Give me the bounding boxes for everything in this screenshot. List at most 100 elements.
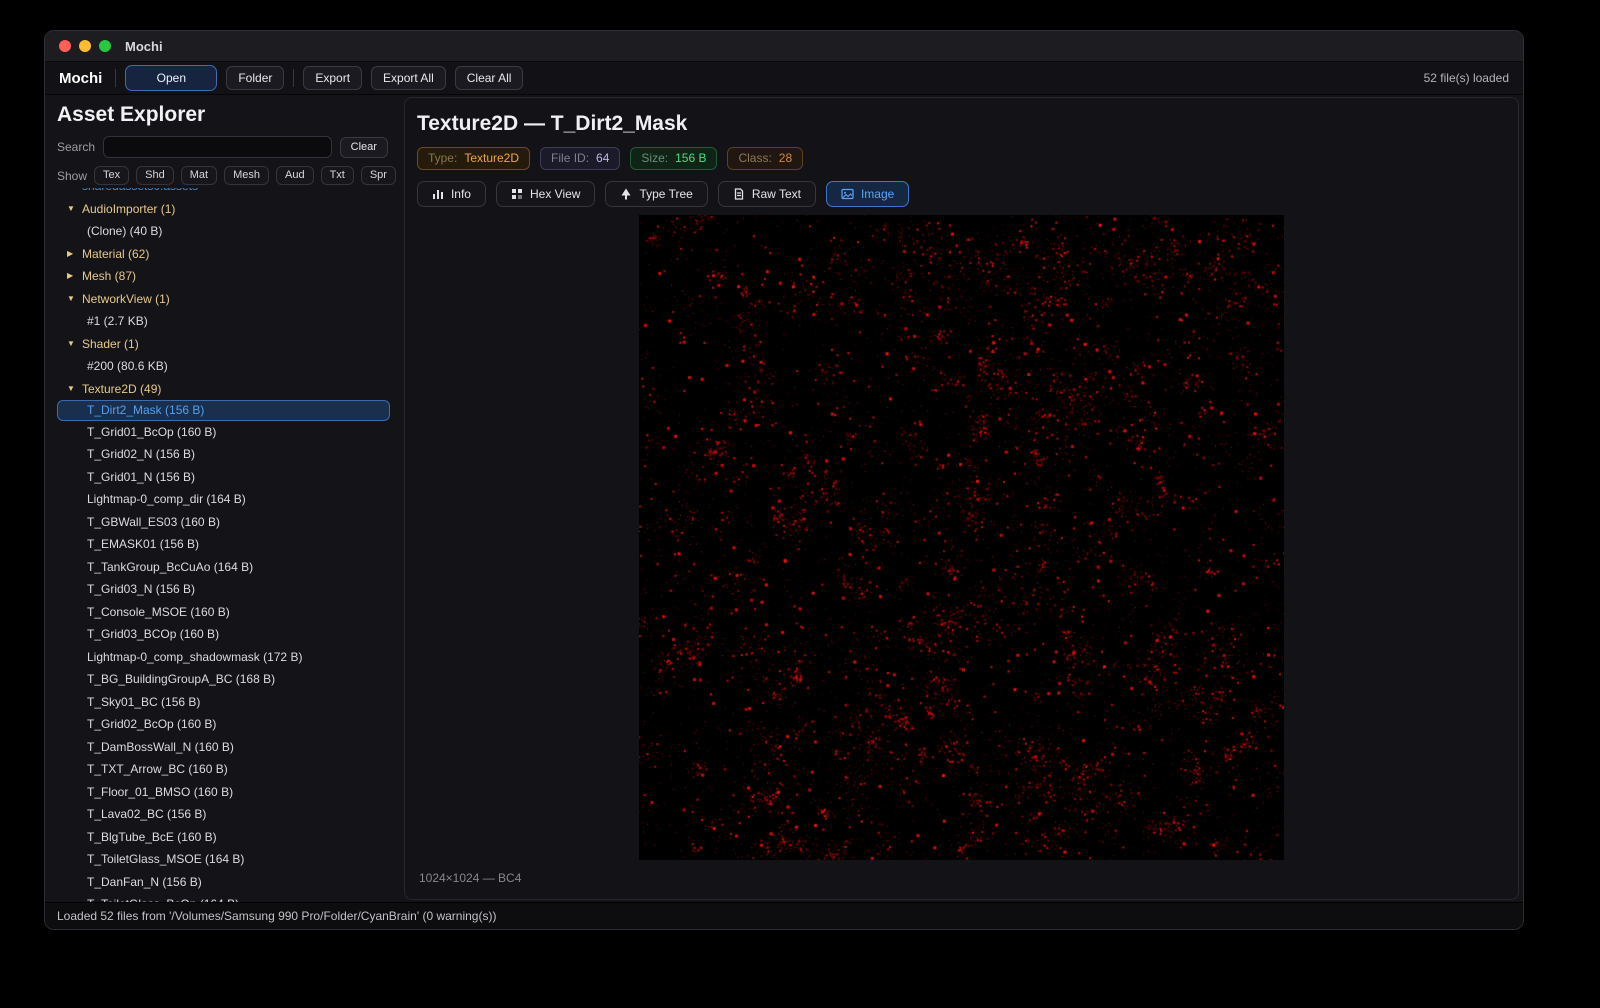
tree-row-label: T_TXT_Arrow_BC (160 B) bbox=[87, 759, 228, 780]
show-label: Show bbox=[57, 169, 87, 183]
tree-row-label: T_Grid01_N (156 B) bbox=[87, 467, 195, 488]
size-badge: Size: 156 B bbox=[630, 147, 717, 170]
tree-row[interactable]: T_Sky01_BC (156 B) bbox=[57, 691, 391, 714]
filter-chip[interactable]: Txt bbox=[321, 166, 354, 185]
document-icon bbox=[733, 188, 745, 200]
tree-row[interactable]: Lightmap-0_comp_shadowmask (172 B) bbox=[57, 646, 391, 669]
tree-row[interactable]: ▼ AudioImporter (1) bbox=[57, 198, 391, 221]
filter-chip[interactable]: Spr bbox=[361, 166, 396, 185]
tree-row[interactable]: Lightmap-0_comp_dir (164 B) bbox=[57, 488, 391, 511]
open-button[interactable]: Open bbox=[125, 65, 217, 91]
export-button[interactable]: Export bbox=[303, 66, 362, 90]
tree-row-label: #1 (2.7 KB) bbox=[87, 311, 148, 332]
tree-row[interactable]: ▼ NetworkView (1) bbox=[57, 288, 391, 311]
tab-info[interactable]: Info bbox=[417, 181, 486, 207]
tree-row[interactable]: T_Lava02_BC (156 B) bbox=[57, 803, 391, 826]
tree-row-label: Lightmap-0_comp_shadowmask (172 B) bbox=[87, 647, 302, 668]
tree-row-label: sharedassets0.assets bbox=[82, 188, 198, 197]
tree-expander-icon[interactable]: ▼ bbox=[67, 199, 76, 220]
badge-label: File ID: bbox=[551, 151, 589, 166]
tree-expander-icon[interactable]: ▼ bbox=[67, 334, 76, 355]
tree-expander-icon[interactable]: ▶ bbox=[67, 266, 76, 287]
texture-preview-area bbox=[417, 215, 1506, 860]
tree-row[interactable]: T_Console_MSOE (160 B) bbox=[57, 601, 391, 624]
texture-dimensions-caption: 1024×1024 — BC4 bbox=[419, 871, 1506, 885]
tree-row[interactable]: ▼ Shader (1) bbox=[57, 333, 391, 356]
sidebar-title: Asset Explorer bbox=[57, 103, 396, 127]
tab-type-tree[interactable]: Type Tree bbox=[605, 181, 707, 207]
export-all-button[interactable]: Export All bbox=[371, 66, 446, 90]
tab-label: Raw Text bbox=[752, 187, 801, 201]
tree-row[interactable]: #1 (2.7 KB) bbox=[57, 310, 391, 333]
tree-row[interactable]: T_Grid03_N (156 B) bbox=[57, 578, 391, 601]
search-clear-button[interactable]: Clear bbox=[340, 137, 388, 158]
tree-row-label: T_Dirt2_Mask (156 B) bbox=[87, 401, 204, 420]
toolbar: Mochi Open Folder Export Export All Clea… bbox=[45, 62, 1523, 95]
content-area: Asset Explorer Search Clear Show Tex Shd bbox=[45, 95, 1523, 902]
tree-row[interactable]: ▶ Material (62) bbox=[57, 243, 391, 266]
tree-row[interactable]: ▶ Mesh (87) bbox=[57, 265, 391, 288]
tree-row[interactable]: ▼ Texture2D (49) bbox=[57, 378, 391, 401]
hex-grid-icon bbox=[511, 188, 523, 200]
clear-all-button[interactable]: Clear All bbox=[455, 66, 524, 90]
tree-row[interactable]: T_Grid02_N (156 B) bbox=[57, 443, 391, 466]
badge-value: Texture2D bbox=[464, 151, 519, 166]
bar-chart-icon bbox=[432, 188, 444, 200]
tree-row[interactable]: T_BlgTube_BcE (160 B) bbox=[57, 826, 391, 849]
image-icon bbox=[841, 188, 854, 200]
tree-row[interactable]: #200 (80.6 KB) bbox=[57, 355, 391, 378]
tab-raw-text[interactable]: Raw Text bbox=[718, 181, 816, 207]
folder-button[interactable]: Folder bbox=[226, 66, 284, 90]
tab-image[interactable]: Image bbox=[826, 181, 909, 207]
tree-expander-icon[interactable]: ▼ bbox=[67, 188, 76, 197]
search-row: Search Clear bbox=[57, 136, 388, 158]
tree-row[interactable]: T_BG_BuildingGroupA_BC (168 B) bbox=[57, 668, 391, 691]
detail-title: Texture2D — T_Dirt2_Mask bbox=[417, 112, 1506, 136]
tree-row[interactable]: T_Grid01_BcOp (160 B) bbox=[57, 421, 391, 444]
filter-chip[interactable]: Tex bbox=[94, 166, 129, 185]
tree-row[interactable]: T_ToiletGlass_MSOE (164 B) bbox=[57, 848, 391, 871]
search-input[interactable] bbox=[103, 136, 332, 158]
tree-row[interactable]: T_Dirt2_Mask (156 B) bbox=[57, 400, 390, 421]
toolbar-divider bbox=[293, 69, 294, 87]
tab-hex-view[interactable]: Hex View bbox=[496, 181, 595, 207]
badge-value: 28 bbox=[779, 151, 792, 166]
tree-icon bbox=[620, 188, 632, 200]
tree-row-label: Lightmap-0_comp_dir (164 B) bbox=[87, 489, 246, 510]
tree-row[interactable]: T_Grid02_BcOp (160 B) bbox=[57, 713, 391, 736]
tree-row[interactable]: T_GBWall_ES03 (160 B) bbox=[57, 511, 391, 534]
tree-row-label: T_BG_BuildingGroupA_BC (168 B) bbox=[87, 669, 275, 690]
titlebar[interactable]: Mochi bbox=[45, 31, 1523, 62]
tree-row[interactable]: T_Floor_01_BMSO (160 B) bbox=[57, 781, 391, 804]
tree-row-label: T_DamBossWall_N (160 B) bbox=[87, 737, 234, 758]
tree-row-label: Texture2D (49) bbox=[82, 379, 161, 400]
tree-row[interactable]: T_DanFan_N (156 B) bbox=[57, 871, 391, 894]
tree-row[interactable]: T_EMASK01 (156 B) bbox=[57, 533, 391, 556]
statusbar-text: Loaded 52 files from '/Volumes/Samsung 9… bbox=[57, 909, 496, 923]
tree-row[interactable]: T_Grid03_BCOp (160 B) bbox=[57, 623, 391, 646]
tree-row[interactable]: T_ToiletGlass_BcOp (164 B) bbox=[57, 893, 391, 902]
badge-row: Type: Texture2D File ID: 64 Size: 156 B … bbox=[417, 147, 1506, 170]
view-tabs: Info Hex View Type Tree bbox=[417, 181, 1506, 207]
filter-chip[interactable]: Aud bbox=[276, 166, 314, 185]
tree-row[interactable]: T_TXT_Arrow_BC (160 B) bbox=[57, 758, 391, 781]
tree-row-label: T_DanFan_N (156 B) bbox=[87, 872, 202, 893]
tree-row[interactable]: T_DamBossWall_N (160 B) bbox=[57, 736, 391, 759]
badge-label: Type: bbox=[428, 151, 457, 166]
filter-chip[interactable]: Mat bbox=[181, 166, 217, 185]
close-window-button[interactable] bbox=[59, 40, 71, 52]
filter-chip[interactable]: Shd bbox=[136, 166, 174, 185]
statusbar: Loaded 52 files from '/Volumes/Samsung 9… bbox=[45, 902, 1523, 929]
file-id-badge: File ID: 64 bbox=[540, 147, 620, 170]
tree-row[interactable]: T_Grid01_N (156 B) bbox=[57, 466, 391, 489]
filter-chip[interactable]: Mesh bbox=[224, 166, 269, 185]
zoom-window-button[interactable] bbox=[99, 40, 111, 52]
tree-row-label: T_Grid02_BcOp (160 B) bbox=[87, 714, 216, 735]
tree-row[interactable]: T_TankGroup_BcCuAo (164 B) bbox=[57, 556, 391, 579]
tree-row[interactable]: (Clone) (40 B) bbox=[57, 220, 391, 243]
minimize-window-button[interactable] bbox=[79, 40, 91, 52]
tree-row[interactable]: ▼ sharedassets0.assets bbox=[57, 188, 391, 198]
tree-expander-icon[interactable]: ▶ bbox=[67, 244, 76, 265]
tree-expander-icon[interactable]: ▼ bbox=[67, 289, 76, 310]
tree-expander-icon[interactable]: ▼ bbox=[67, 379, 76, 400]
